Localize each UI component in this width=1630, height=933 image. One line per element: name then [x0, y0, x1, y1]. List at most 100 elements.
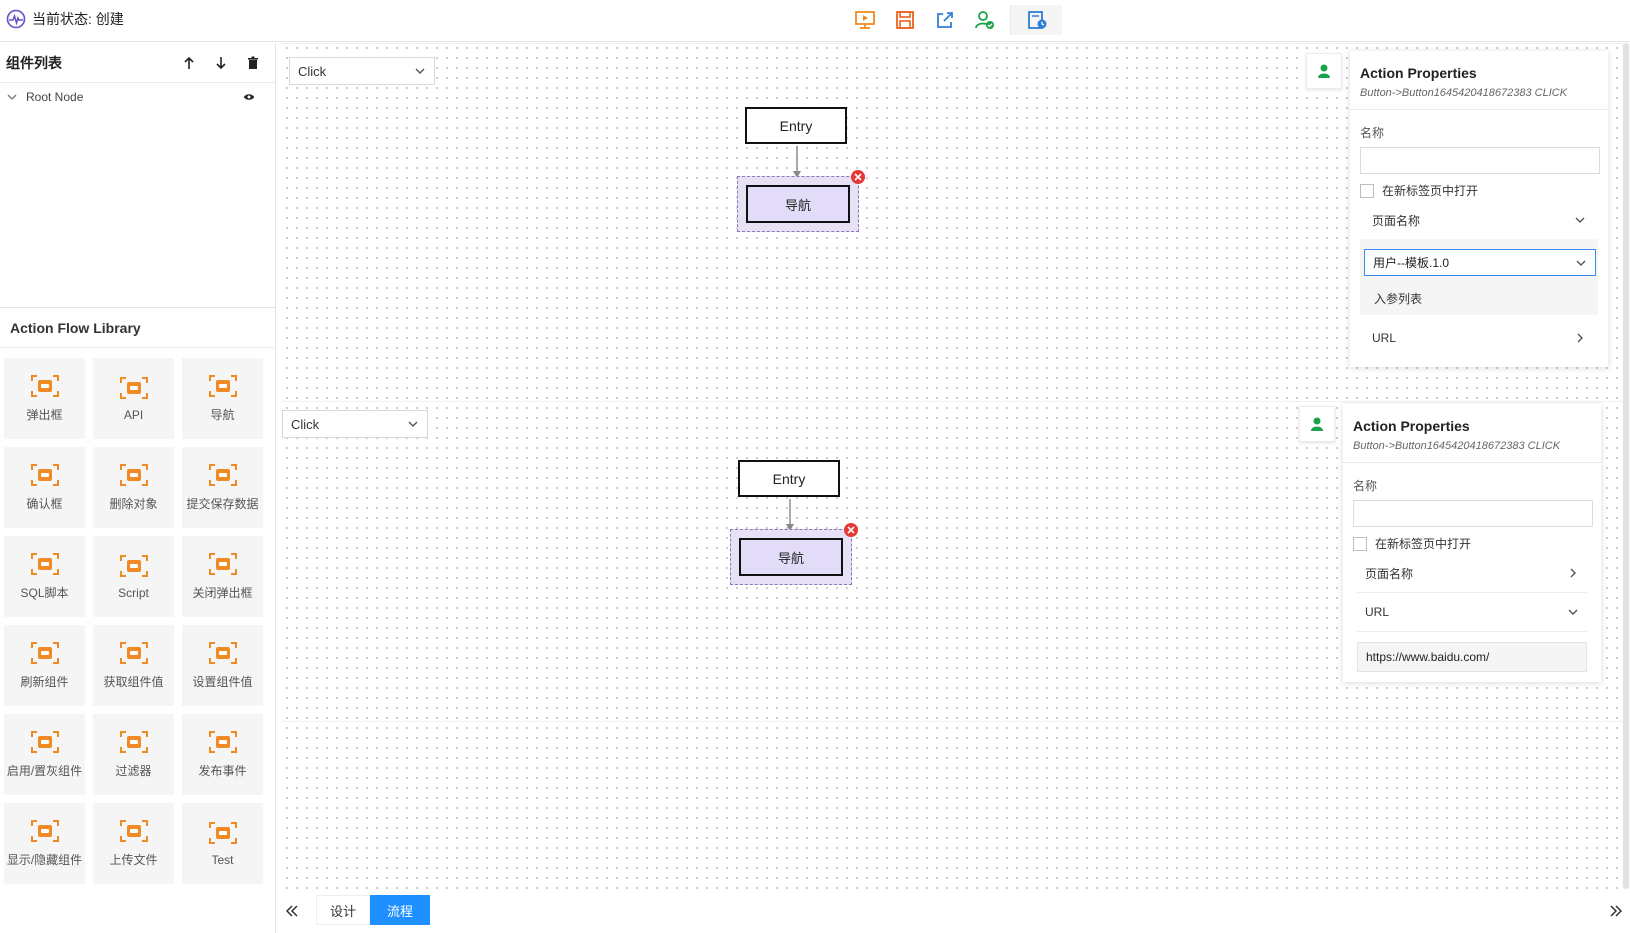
history-button[interactable] — [1010, 5, 1062, 35]
get-value-icon — [119, 642, 148, 664]
library-item-label: 显示/隐藏组件 — [6, 853, 83, 867]
navigate-node-selection[interactable]: 导航 — [730, 523, 858, 585]
move-up-button[interactable] — [173, 49, 205, 77]
chevron-down-icon — [408, 421, 418, 427]
publish-button[interactable] — [970, 5, 1000, 35]
library-item[interactable]: Script — [93, 536, 174, 617]
page-name-collapse[interactable]: 页面名称 — [1360, 201, 1598, 239]
event-select[interactable]: Click — [282, 410, 428, 438]
assign-user-button[interactable] — [1299, 406, 1335, 442]
eye-icon[interactable] — [229, 92, 269, 102]
delete-component-button[interactable] — [237, 49, 269, 77]
navigate-node-selection[interactable]: 导航 — [737, 170, 865, 232]
library-item[interactable]: 显示/隐藏组件 — [4, 803, 85, 884]
upload-icon — [119, 820, 148, 842]
chevron-down-icon — [1575, 217, 1585, 223]
url-input[interactable]: https://www.baidu.com/ — [1357, 642, 1587, 672]
library-item[interactable]: SQL脚本 — [4, 536, 85, 617]
library-item[interactable]: Test — [182, 803, 263, 884]
tree-node-label: Root Node — [26, 90, 84, 104]
export-button[interactable] — [930, 5, 960, 35]
tree-node-root[interactable]: Root Node — [0, 83, 275, 111]
properties-subtitle: Button->Button1645420418672383 CLICK — [1360, 87, 1568, 99]
action-properties-panel: Action Properties Button->Button16454204… — [1350, 51, 1608, 367]
component-list-title: 组件列表 — [6, 54, 62, 71]
collapse-left-button[interactable] — [282, 901, 302, 921]
library-item[interactable]: 发布事件 — [182, 714, 263, 795]
library-item-label: 上传文件 — [109, 853, 158, 867]
name-input[interactable] — [1353, 500, 1593, 527]
status-pulse-icon — [6, 9, 26, 29]
preview-button[interactable] — [850, 5, 880, 35]
user-icon — [1311, 417, 1323, 431]
move-down-button[interactable] — [205, 49, 237, 77]
show-hide-icon — [30, 820, 59, 842]
publish-event-icon — [208, 731, 237, 753]
delete-node-button[interactable] — [851, 170, 865, 184]
library-item-label: 获取组件值 — [103, 675, 164, 689]
new-tab-checkbox[interactable] — [1353, 536, 1367, 551]
history-doc-icon — [1027, 11, 1046, 29]
library-item[interactable]: 确认框 — [4, 447, 85, 528]
popup-icon — [30, 375, 59, 397]
chevron-right-icon — [1577, 333, 1583, 343]
url-collapse[interactable]: URL — [1353, 593, 1591, 631]
library-item-label: 提交保存数据 — [186, 497, 259, 511]
page-name-label: 页面名称 — [1372, 213, 1421, 228]
name-input[interactable] — [1360, 147, 1600, 174]
library-item[interactable]: API — [93, 358, 174, 439]
url-label: URL — [1365, 605, 1390, 619]
navigate-node[interactable]: 导航 — [739, 538, 843, 576]
canvas-scrollbar[interactable] — [1622, 43, 1630, 889]
double-chevron-right-icon — [1610, 905, 1623, 917]
test-icon — [208, 821, 237, 844]
entry-node[interactable]: Entry — [745, 107, 847, 144]
library-item[interactable]: 启用/置灰组件 — [4, 714, 85, 795]
page-name-collapse[interactable]: 页面名称 — [1353, 554, 1591, 592]
library-item[interactable]: 删除对象 — [93, 447, 174, 528]
user-icon — [1318, 64, 1330, 78]
new-tab-label: 在新标签页中打开 — [1382, 184, 1479, 198]
confirm-icon — [30, 464, 59, 486]
chevron-down-icon — [1576, 260, 1586, 266]
url-collapse[interactable]: URL — [1360, 319, 1598, 357]
page-name-label: 页面名称 — [1365, 566, 1414, 581]
new-tab-option[interactable]: 在新标签页中打开 — [1353, 535, 1591, 552]
library-item[interactable]: 提交保存数据 — [182, 447, 263, 528]
assign-user-button[interactable] — [1306, 53, 1342, 89]
delete-node-button[interactable] — [844, 523, 858, 537]
collapse-right-button[interactable] — [1606, 901, 1626, 921]
action-flow-library: Action Flow Library 弹出框 API 导航 确认框 删除对象 提交保存数… — [0, 307, 276, 933]
library-item[interactable]: 导航 — [182, 358, 263, 439]
tab-design[interactable]: 设计 — [316, 895, 370, 925]
event-select-value: Click — [291, 416, 320, 432]
library-item[interactable]: 弹出框 — [4, 358, 85, 439]
library-item[interactable]: 过滤器 — [93, 714, 174, 795]
flow-canvas[interactable]: Click Entry 导航 Action Properties Button-… — [282, 43, 1630, 889]
save-button[interactable] — [890, 5, 920, 35]
library-item[interactable]: 关闭弹出框 — [182, 536, 263, 617]
submit-save-icon — [208, 464, 237, 486]
name-label: 名称 — [1353, 479, 1378, 493]
component-list-header: 组件列表 — [0, 43, 275, 83]
chevron-down-icon[interactable] — [6, 91, 20, 103]
page-select-value: 用户--模板.1.0 — [1373, 256, 1450, 270]
tab-flow[interactable]: 流程 — [370, 895, 430, 925]
library-item[interactable]: 获取组件值 — [93, 625, 174, 706]
new-tab-checkbox[interactable] — [1360, 183, 1374, 198]
page-select[interactable]: 用户--模板.1.0 — [1364, 249, 1596, 276]
navigate-node[interactable]: 导航 — [746, 185, 850, 223]
new-tab-option[interactable]: 在新标签页中打开 — [1360, 182, 1598, 199]
library-item-label: Test — [211, 852, 234, 867]
entry-node[interactable]: Entry — [738, 460, 840, 497]
library-item[interactable]: 刷新组件 — [4, 625, 85, 706]
chevron-down-icon — [415, 68, 425, 74]
library-item[interactable]: 设置组件值 — [182, 625, 263, 706]
flow-connector-arrow — [786, 499, 794, 531]
arrow-up-icon — [184, 56, 194, 69]
library-item-label: 发布事件 — [198, 764, 247, 778]
sql-script-icon — [30, 553, 59, 575]
action-properties-panel: Action Properties Button->Button16454204… — [1343, 404, 1601, 682]
event-select[interactable]: Click — [289, 57, 435, 85]
library-item[interactable]: 上传文件 — [93, 803, 174, 884]
